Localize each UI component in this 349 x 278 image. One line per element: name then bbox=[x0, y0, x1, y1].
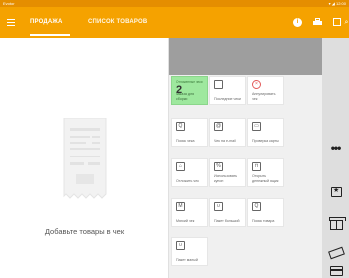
tile-label: заказа для сборки bbox=[176, 92, 195, 101]
receipt-pane: Добавьте товары в чек bbox=[0, 38, 169, 278]
tile-label: Проверка карты bbox=[252, 138, 279, 143]
tile-use-coupon[interactable]: % Использовать купон bbox=[209, 158, 246, 187]
tile-label: Открыть денежный ящик bbox=[252, 174, 279, 183]
cancel-icon: × bbox=[252, 80, 261, 89]
empty-receipt-icon bbox=[63, 118, 107, 199]
menu-icon[interactable] bbox=[6, 16, 18, 28]
tile-label: Чек на e-mail bbox=[214, 138, 236, 143]
magnifier-icon: Q bbox=[252, 202, 261, 211]
tab-active-indicator bbox=[30, 34, 70, 36]
tile-find-receipt[interactable]: Q Поиск чека bbox=[171, 118, 208, 147]
search-icon[interactable]: ⌕ bbox=[342, 18, 349, 27]
tile-last-receipts[interactable]: Последние чеки bbox=[209, 76, 246, 105]
tile-email-receipt[interactable]: @ Чек на e-mail bbox=[209, 118, 246, 147]
tile-label: Пакет малый bbox=[176, 257, 198, 262]
status-left: Evotor bbox=[3, 1, 15, 6]
discount-icon bbox=[331, 186, 342, 197]
tab-sale-label: ПРОДАЖА bbox=[30, 19, 63, 25]
quick-actions-grid: Отложенные чеки 2 заказа для сборки Посл… bbox=[169, 38, 322, 278]
card-icon: ▭ bbox=[252, 122, 261, 131]
at-icon: @ bbox=[214, 122, 223, 131]
receipt-icon bbox=[214, 80, 223, 89]
bag-icon: ∪ bbox=[176, 241, 185, 250]
gift-icon bbox=[329, 217, 346, 230]
tab-goods-label: СПИСОК ТОВАРОВ bbox=[88, 19, 148, 25]
search-icon: Q bbox=[176, 122, 185, 131]
card-icon bbox=[330, 266, 343, 276]
print-icon[interactable] bbox=[313, 18, 322, 27]
tile-big-bag[interactable]: ∪ Пакет большой bbox=[209, 198, 246, 227]
tile-label: Поиск товара bbox=[252, 218, 275, 223]
tile-label: Поиск чека bbox=[176, 138, 195, 143]
tile-label: Использовать купон bbox=[214, 174, 238, 183]
tile-small-bag[interactable]: ∪ Пакет малый bbox=[171, 237, 208, 266]
cashbox-icon: ⊓ bbox=[252, 162, 261, 171]
barcode-icon[interactable] bbox=[333, 18, 342, 27]
percent-icon: % bbox=[214, 162, 223, 171]
side-action-bar: ••• bbox=[322, 38, 349, 278]
tile-card-check[interactable]: ▭ Проверка карты bbox=[247, 118, 284, 147]
bag-icon: ∪ bbox=[214, 202, 223, 211]
status-right: ▾ ◢ 12:00 bbox=[328, 1, 346, 6]
info-icon[interactable]: i bbox=[293, 18, 302, 27]
tile-open-drawer[interactable]: ⊓ Открыть денежный ящик bbox=[247, 158, 284, 187]
tile-find-goods[interactable]: Q Поиск товара bbox=[247, 198, 284, 227]
tile-label: Пакет большой bbox=[214, 218, 240, 223]
app-bar: ПРОДАЖА СПИСОК ТОВАРОВ i ⌕ bbox=[0, 7, 349, 38]
tile-annul-receipt[interactable]: × Аннулировать чек bbox=[247, 76, 284, 105]
empty-receipt-message: Добавьте товары в чек bbox=[44, 227, 125, 236]
tile-defer-receipt[interactable]: ⌂ Отложить чек bbox=[171, 158, 208, 187]
lock-icon: ⌂ bbox=[176, 162, 185, 171]
tile-label: Отложить чек bbox=[176, 178, 199, 183]
tab-goods-list[interactable]: СПИСОК ТОВАРОВ bbox=[88, 7, 158, 38]
tile-label: Мягкий чек bbox=[176, 218, 195, 223]
tile-label: Последние чеки bbox=[214, 96, 241, 101]
tab-sale[interactable]: ПРОДАЖА bbox=[30, 7, 70, 38]
status-bar: Evotor ▾ ◢ 12:00 bbox=[0, 0, 349, 7]
gift-button[interactable] bbox=[322, 208, 349, 238]
soft-icon: M bbox=[176, 202, 185, 211]
discount-button[interactable] bbox=[322, 178, 349, 208]
more-icon[interactable]: ••• bbox=[322, 138, 349, 168]
tile-label: Аннулировать чек bbox=[252, 92, 276, 101]
tile-deferred-receipts[interactable]: Отложенные чеки 2 заказа для сборки bbox=[171, 76, 208, 105]
card-payment-button[interactable] bbox=[322, 258, 349, 278]
tile-soft-receipt[interactable]: M Мягкий чек bbox=[171, 198, 208, 227]
grid-header bbox=[169, 38, 322, 75]
